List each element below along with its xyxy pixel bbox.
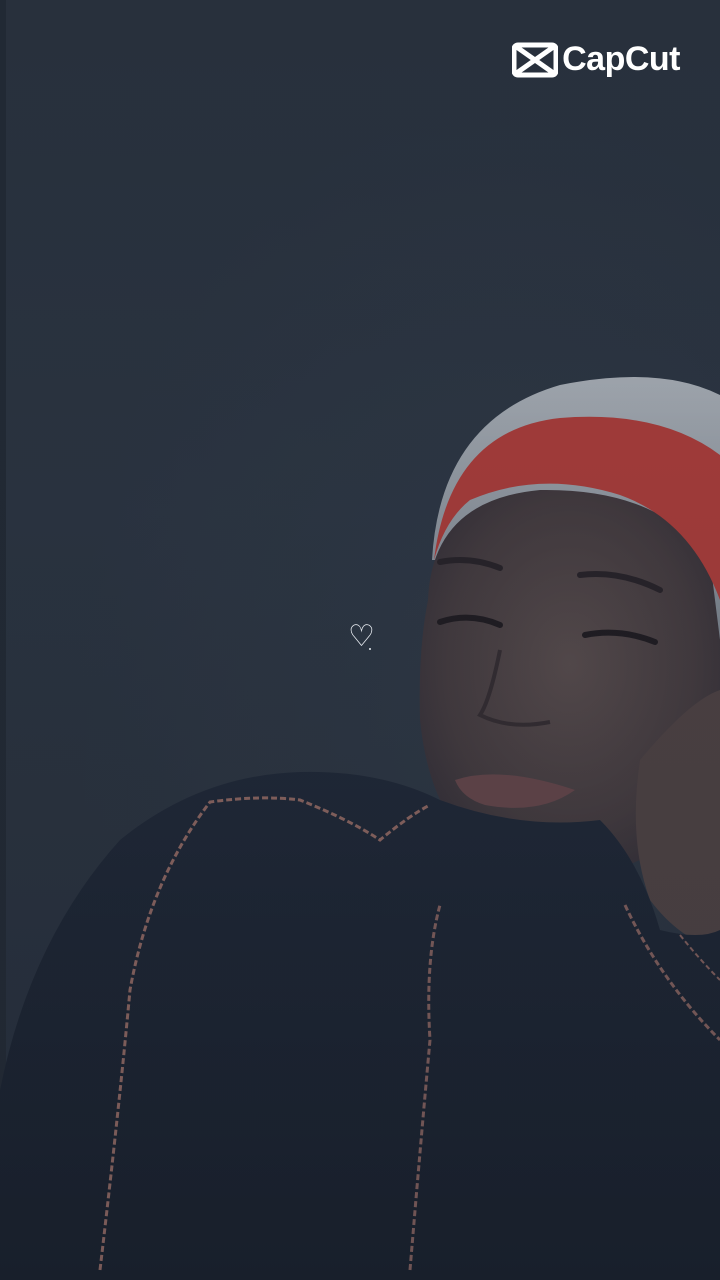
capcut-logo-icon	[512, 42, 559, 77]
capcut-watermark: CapCut	[512, 40, 680, 79]
video-frame: CapCut ♡	[0, 0, 720, 1280]
heart-dot	[369, 648, 371, 650]
watermark-text: CapCut	[562, 40, 680, 78]
